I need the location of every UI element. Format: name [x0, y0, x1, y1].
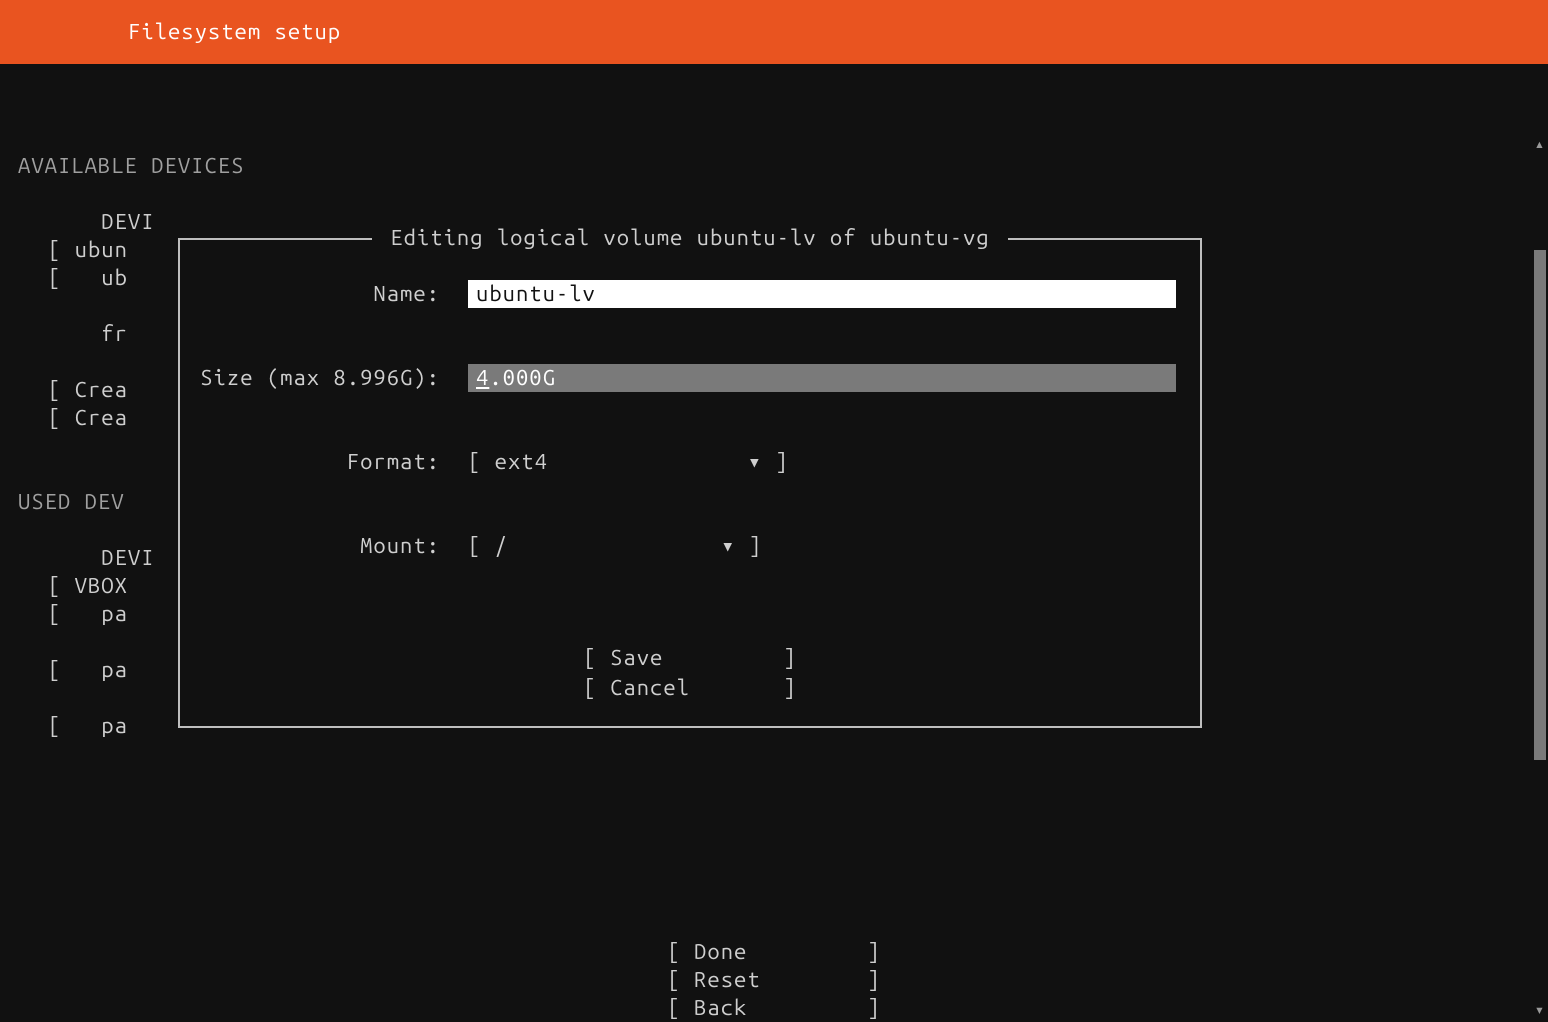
row-format: Format: [ ext4 ▾ ] [180, 448, 1200, 476]
name-input[interactable]: ubuntu-lv [468, 280, 1176, 308]
bg-line-devi-1: DEVI [48, 208, 155, 236]
chevron-down-icon: ▾ [748, 448, 762, 476]
format-close-bracket: ] [762, 448, 789, 476]
dialog-form: Name: ubuntu-lv Size (max 8.996G): 4.000… [180, 280, 1200, 560]
name-input-value: ubuntu-lv [476, 281, 596, 306]
row-mount: Mount: [ / ▾ ] [180, 532, 1200, 560]
format-open-bracket: [ [468, 448, 495, 476]
format-value: ext4 [495, 448, 548, 476]
title-bar: Filesystem setup [0, 0, 1548, 64]
cancel-button[interactable]: [ Cancel ] [583, 674, 796, 702]
mount-pad [508, 532, 721, 560]
edit-lv-dialog: Editing logical volume ubuntu-lv of ubun… [178, 238, 1202, 728]
label-name: Name: [180, 280, 468, 308]
size-input[interactable]: 4.000G [468, 364, 1176, 392]
footer-actions: [ Done ] [ Reset ] [ Back ] [0, 938, 1548, 1022]
reset-button[interactable]: [ Reset ] [667, 966, 880, 994]
bg-line-vbox[interactable]: [ VBOX [48, 572, 128, 600]
bg-line-pa-2[interactable]: [ pa [48, 656, 128, 684]
back-button[interactable]: [ Back ] [667, 994, 880, 1022]
size-cursor-char: 4 [476, 365, 489, 390]
bg-line-pa-3[interactable]: [ pa [48, 712, 128, 740]
bg-line-devi-2: DEVI [48, 544, 155, 572]
scroll-up-icon[interactable]: ▴ [1535, 136, 1546, 152]
dialog-actions: [ Save ] [ Cancel ] [180, 644, 1200, 702]
available-devices-heading: AVAILABLE DEVICES [18, 152, 244, 180]
mount-open-bracket: [ [468, 532, 495, 560]
used-devices-heading: USED DEV [18, 488, 125, 516]
row-size: Size (max 8.996G): 4.000G [180, 364, 1200, 392]
bg-line-fr: fr [48, 320, 128, 348]
mount-value: / [495, 532, 508, 560]
scroll-track[interactable] [1534, 160, 1546, 994]
bg-line-ub[interactable]: [ ub [48, 264, 128, 292]
done-button[interactable]: [ Done ] [667, 938, 880, 966]
row-name: Name: ubuntu-lv [180, 280, 1200, 308]
save-button[interactable]: [ Save ] [583, 644, 796, 672]
bg-line-ubun[interactable]: [ ubun [48, 236, 128, 264]
page-title: Filesystem setup [128, 18, 341, 46]
bg-line-crea-1[interactable]: [ Crea [48, 376, 128, 404]
size-value-rest: .000G [489, 365, 556, 390]
vertical-scrollbar[interactable]: ▴ ▾ [1534, 136, 1546, 1018]
chevron-down-icon: ▾ [721, 532, 735, 560]
scroll-thumb[interactable] [1534, 250, 1546, 760]
mount-select[interactable]: [ / ▾ ] [468, 532, 762, 560]
mount-close-bracket: ] [735, 532, 762, 560]
label-size: Size (max 8.996G): [180, 364, 468, 392]
label-mount: Mount: [180, 532, 468, 560]
bg-line-crea-2[interactable]: [ Crea [48, 404, 128, 432]
label-format: Format: [180, 448, 468, 476]
scroll-down-icon[interactable]: ▾ [1535, 1002, 1546, 1018]
screen: AVAILABLE DEVICES DEVI [ ubun [ ub fr [ … [0, 64, 1548, 1022]
format-select[interactable]: [ ext4 ▾ ] [468, 448, 789, 476]
format-pad [548, 448, 748, 476]
bg-line-pa-1[interactable]: [ pa [48, 600, 128, 628]
